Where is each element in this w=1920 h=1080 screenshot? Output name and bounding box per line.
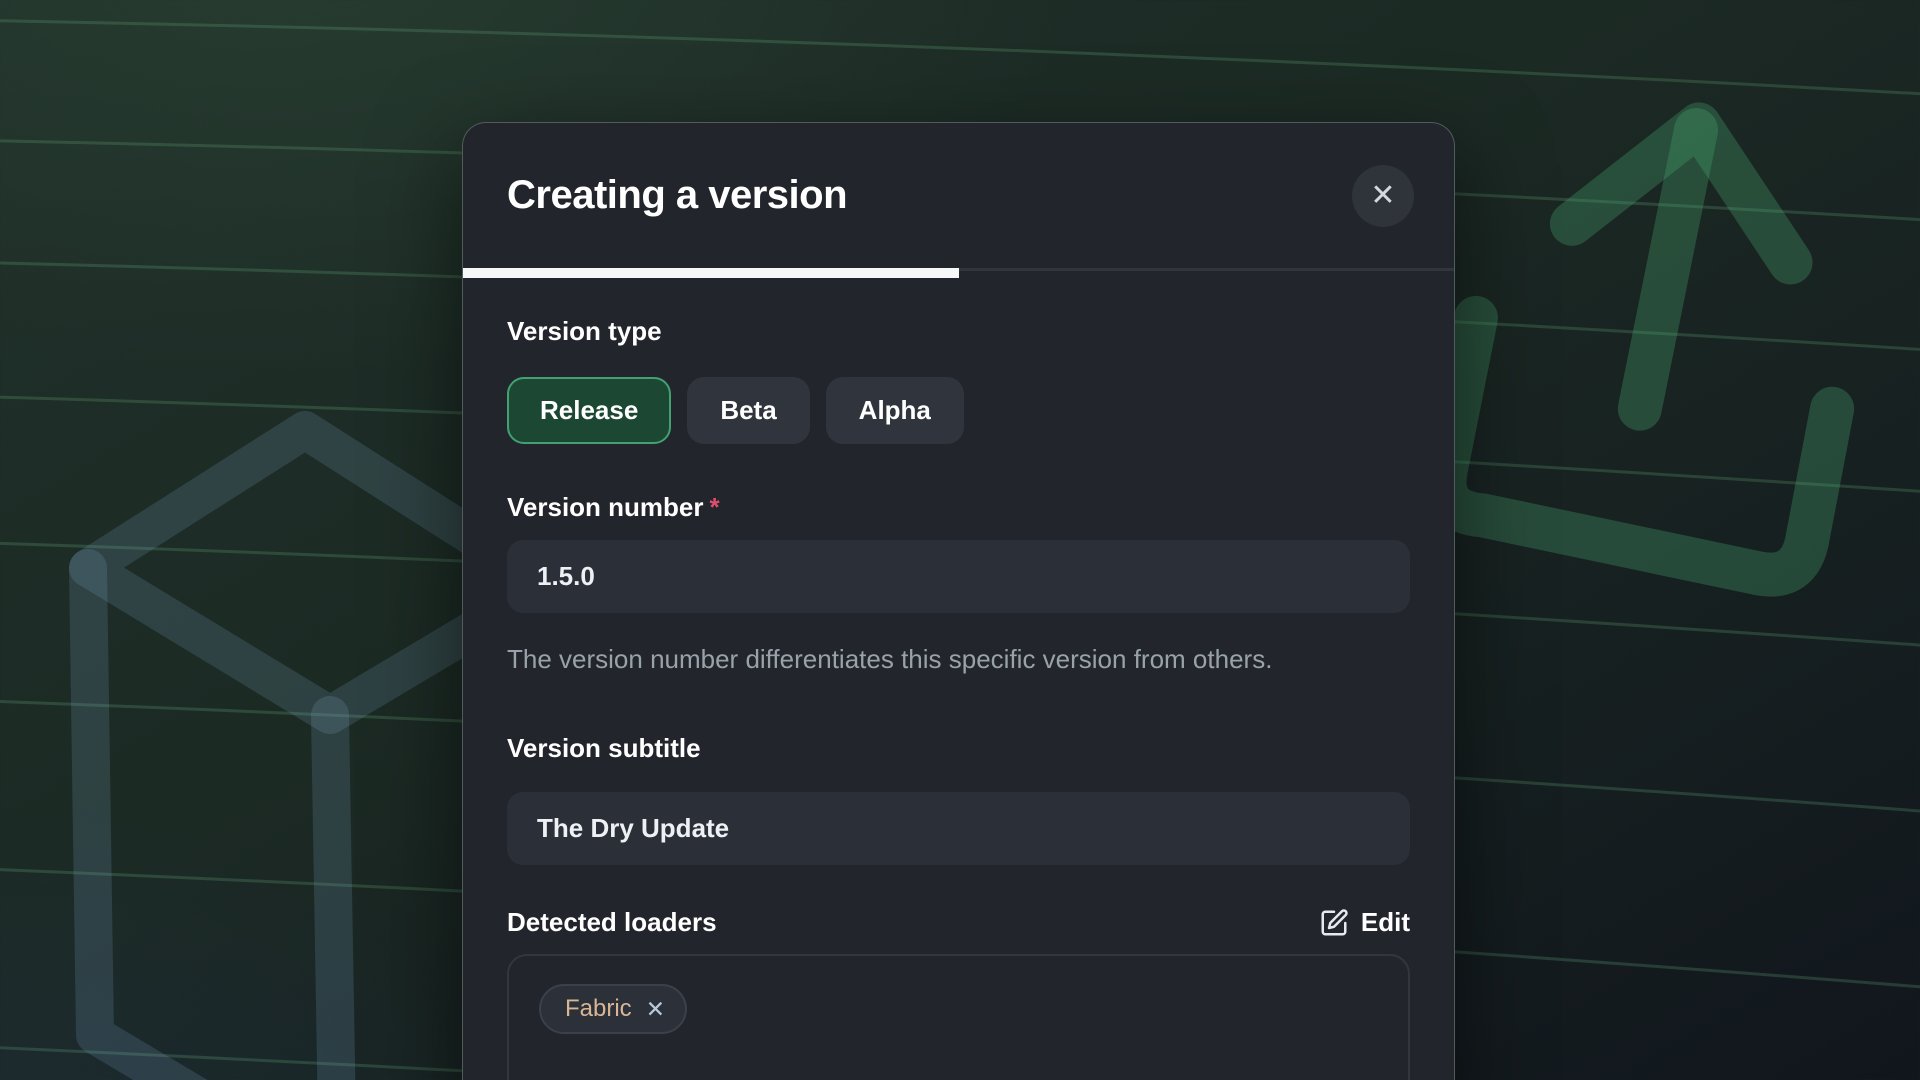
page: { "modal": { "title": "Creating a versio… [0,0,1920,1080]
progress-bar [463,268,1454,278]
version-subtitle-field: Version subtitle [507,733,1410,865]
close-button[interactable]: ✕ [1352,165,1414,227]
create-version-modal: Creating a version ✕ Version type Releas… [462,122,1455,1080]
version-subtitle-label: Version subtitle [507,733,1410,764]
detected-loaders-row: Detected loaders Edit [507,907,1410,938]
version-type-pills: Release Beta Alpha [507,377,1410,444]
edit-label: Edit [1361,907,1410,938]
version-type-release-button[interactable]: Release [507,377,671,444]
version-subtitle-input[interactable] [507,792,1410,865]
version-number-help-text: The version number differentiates this s… [507,637,1352,681]
detected-loaders-box: Fabric ✕ [507,954,1410,1080]
version-type-alpha-button[interactable]: Alpha [826,377,964,444]
edit-loaders-button[interactable]: Edit [1319,907,1410,938]
x-remove-icon: ✕ [646,996,665,1023]
modal-body: Version type Release Beta Alpha Version … [463,278,1454,1080]
close-icon: ✕ [1370,165,1395,227]
version-number-input[interactable] [507,540,1410,613]
loader-chip-remove-button[interactable]: ✕ [646,996,665,1023]
required-asterisk: * [710,492,720,522]
version-number-field: Version number* The version number diffe… [507,492,1410,681]
version-type-label: Version type [507,316,1410,347]
modal-title: Creating a version [507,173,847,218]
modal-header: Creating a version ✕ [463,123,1454,268]
version-number-label: Version number* [507,492,1410,523]
edit-icon [1319,908,1349,938]
progress-fill [463,268,959,278]
loader-chip-label: Fabric [565,995,632,1023]
detected-loaders-label: Detected loaders [507,907,717,938]
version-type-beta-button[interactable]: Beta [687,377,809,444]
version-type-field: Version type Release Beta Alpha [507,316,1410,444]
loader-chip-fabric: Fabric ✕ [539,984,687,1034]
upload-arrow-icon [1437,94,1872,581]
detected-loaders-field: Detected loaders Edit Fabric ✕ [507,907,1410,1080]
